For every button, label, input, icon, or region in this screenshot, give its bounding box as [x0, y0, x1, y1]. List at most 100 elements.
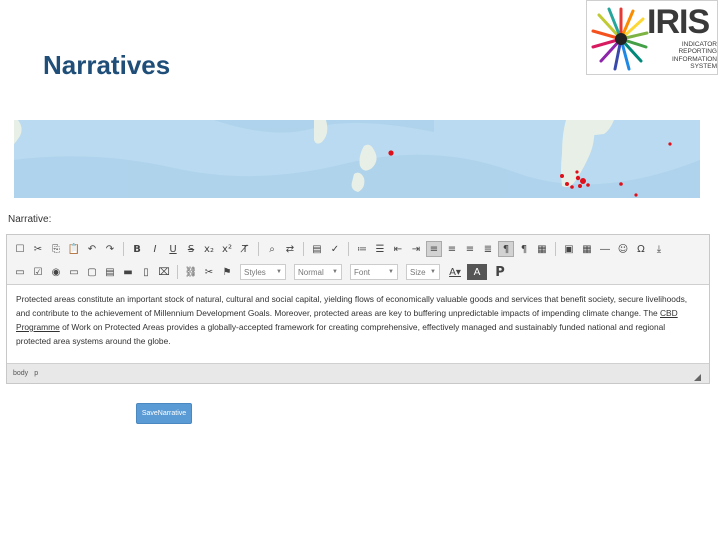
- chevron-down-icon: ▼: [332, 269, 338, 275]
- narrative-label: Narrative:: [8, 214, 52, 225]
- form-icon[interactable]: ▭: [12, 264, 28, 280]
- align-justify-icon[interactable]: ≣: [480, 241, 496, 257]
- narrative-text: Protected areas constitute an important …: [16, 294, 688, 318]
- redo-icon[interactable]: ↷: [102, 241, 118, 257]
- align-center-icon[interactable]: ≡: [444, 241, 460, 257]
- subscript-icon[interactable]: x₂: [201, 241, 217, 257]
- format-dropdown[interactable]: Normal ▼: [294, 264, 342, 280]
- size-dropdown[interactable]: Size ▼: [406, 264, 440, 280]
- link-icon[interactable]: ⛓: [183, 264, 199, 280]
- logo-subtitle-line: INDICATOR: [681, 41, 717, 48]
- page-break-icon[interactable]: ⤓: [651, 241, 667, 257]
- logo-subtitle-line: SYSTEM: [690, 63, 717, 71]
- toolbar-separator: [258, 242, 259, 256]
- paste-icon[interactable]: 📋: [66, 241, 82, 257]
- text-field-icon[interactable]: ▭: [66, 264, 82, 280]
- undo-icon[interactable]: ↶: [84, 241, 100, 257]
- path-element-p[interactable]: p: [34, 370, 38, 377]
- language-icon[interactable]: ▦: [534, 241, 550, 257]
- spellcheck-icon[interactable]: ✓: [327, 241, 343, 257]
- font-dropdown[interactable]: Font ▼: [350, 264, 398, 280]
- toolbar-row-1: ☐ ✂ ⎘ 📋 ↶ ↷ B I U S x₂ x² T̸ ⌕ ⇄ ▤ ✓ ≔ ☰…: [11, 238, 668, 260]
- protected-areas-map[interactable]: [14, 120, 700, 198]
- size-dropdown-label: Size: [410, 267, 426, 277]
- toolbar-separator: [177, 265, 178, 279]
- special-char-icon[interactable]: Ω: [633, 241, 649, 257]
- italic-icon[interactable]: I: [147, 241, 163, 257]
- styles-dropdown[interactable]: Styles ▼: [240, 264, 286, 280]
- toolbar-separator: [123, 242, 124, 256]
- map-marker: [668, 142, 672, 146]
- bulleted-list-icon[interactable]: ☰: [372, 241, 388, 257]
- bold-icon[interactable]: B: [129, 241, 145, 257]
- cut-icon[interactable]: ✂: [30, 241, 46, 257]
- increase-indent-icon[interactable]: ⇥: [408, 241, 424, 257]
- map-marker: [388, 150, 394, 156]
- map-marker: [634, 193, 638, 197]
- toolbar-separator: [303, 242, 304, 256]
- unlink-icon[interactable]: ✂: [201, 264, 217, 280]
- hidden-field-icon[interactable]: ▯: [138, 264, 154, 280]
- logo-wordmark: IRIS: [647, 3, 710, 41]
- textarea-icon[interactable]: ▢: [84, 264, 100, 280]
- find-icon[interactable]: ⌕: [264, 241, 280, 257]
- select-field-icon[interactable]: ▤: [102, 264, 118, 280]
- map-marker: [560, 174, 564, 178]
- text-color-icon[interactable]: A▾: [445, 264, 465, 280]
- image-icon[interactable]: ▣: [561, 241, 577, 257]
- styles-dropdown-label: Styles: [244, 267, 266, 277]
- font-dropdown-label: Font: [354, 267, 371, 277]
- strikethrough-icon[interactable]: S: [183, 241, 199, 257]
- checkbox-icon[interactable]: ☑: [30, 264, 46, 280]
- editor-toolbar: ☐ ✂ ⎘ 📋 ↶ ↷ B I U S x₂ x² T̸ ⌕ ⇄ ▤ ✓ ≔ ☰…: [7, 235, 709, 285]
- map-marker: [570, 185, 574, 189]
- map-canvas: [14, 120, 700, 198]
- chevron-down-icon: ▼: [388, 269, 394, 275]
- replace-icon[interactable]: ⇄: [282, 241, 298, 257]
- rich-text-editor: ☐ ✂ ⎘ 📋 ↶ ↷ B I U S x₂ x² T̸ ⌕ ⇄ ▤ ✓ ≔ ☰…: [6, 234, 710, 384]
- copy-icon[interactable]: ⎘: [48, 241, 64, 257]
- smiley-icon[interactable]: ☺: [615, 241, 631, 257]
- underline-icon[interactable]: U: [165, 241, 181, 257]
- decrease-indent-icon[interactable]: ⇤: [390, 241, 406, 257]
- table-icon[interactable]: ▦: [579, 241, 595, 257]
- button-field-icon[interactable]: ▬: [120, 264, 136, 280]
- horizontal-rule-icon[interactable]: ―: [597, 241, 613, 257]
- toolbar-separator: [348, 242, 349, 256]
- map-marker: [578, 184, 582, 188]
- background-color-icon[interactable]: A: [467, 264, 487, 280]
- radio-icon[interactable]: ◉: [48, 264, 64, 280]
- select-all-icon[interactable]: ▤: [309, 241, 325, 257]
- numbered-list-icon[interactable]: ≔: [354, 241, 370, 257]
- map-marker: [575, 170, 579, 174]
- map-marker: [619, 182, 623, 186]
- remove-format-icon[interactable]: T̸: [237, 241, 253, 257]
- source-icon[interactable]: ☐: [12, 241, 28, 257]
- map-marker: [565, 182, 569, 186]
- paste-from-word-icon[interactable]: P: [492, 264, 508, 280]
- map-marker: [575, 175, 581, 181]
- text-direction-ltr-icon[interactable]: ¶: [498, 241, 514, 257]
- chevron-down-icon: ▼: [430, 269, 436, 275]
- align-left-icon[interactable]: ≡: [426, 241, 442, 257]
- chevron-down-icon: ▼: [276, 269, 282, 275]
- clear-format-icon[interactable]: ⌧: [156, 264, 172, 280]
- iris-logo: IRIS INDICATOR REPORTING INFORMATION SYS…: [586, 0, 718, 75]
- path-element-body[interactable]: body: [13, 370, 28, 377]
- editor-content[interactable]: Protected areas constitute an important …: [7, 285, 709, 346]
- toolbar-separator: [555, 242, 556, 256]
- superscript-icon[interactable]: x²: [219, 241, 235, 257]
- logo-subtitle-line: REPORTING: [678, 48, 717, 56]
- anchor-flag-icon[interactable]: ⚑: [219, 264, 235, 280]
- page-title: Narratives: [43, 50, 171, 80]
- narrative-text: of Work on Protected Areas provides a gl…: [16, 322, 666, 346]
- resize-handle-icon[interactable]: [694, 374, 701, 381]
- align-right-icon[interactable]: ≡: [462, 241, 478, 257]
- text-direction-rtl-icon[interactable]: ¶: [516, 241, 532, 257]
- logo-subtitle-line: INFORMATION: [671, 55, 717, 63]
- logo-subtitle: INDICATOR REPORTING INFORMATION SYSTEM: [659, 41, 717, 71]
- format-dropdown-label: Normal: [298, 267, 324, 277]
- map-marker: [580, 178, 586, 184]
- map-marker: [586, 183, 590, 187]
- save-narrative-button[interactable]: SaveNarrative: [136, 403, 192, 424]
